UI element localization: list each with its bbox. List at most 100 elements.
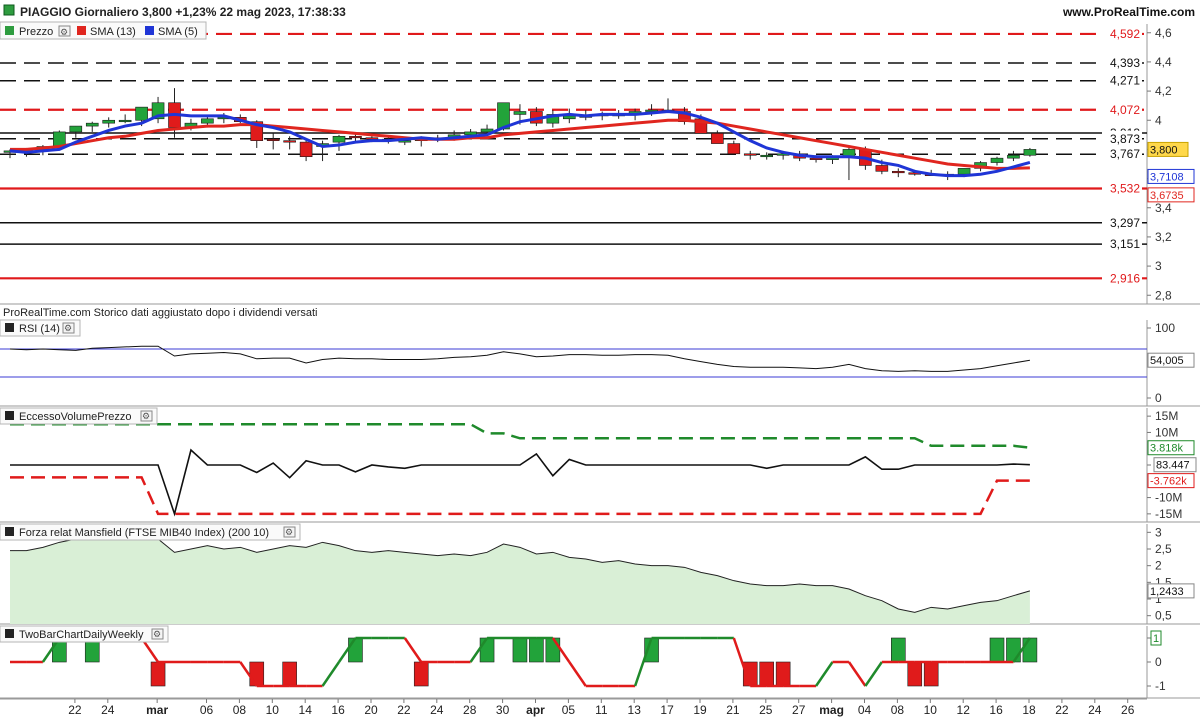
volume-ytick-label: 10M: [1155, 425, 1178, 439]
price-level-label: 3,297: [1110, 216, 1140, 230]
volume-ytick-label: -15M: [1155, 507, 1182, 521]
x-tick-label: 22: [68, 703, 82, 717]
x-tick-label: 16: [989, 703, 1003, 717]
candle-body: [875, 165, 889, 172]
candle-body: [809, 157, 823, 160]
x-tick-label: 22: [1055, 703, 1069, 717]
price-ytick-label: 2,8: [1155, 288, 1172, 302]
candle-body: [464, 131, 477, 136]
x-tick-label: 28: [463, 703, 477, 717]
chart-canvas: PIAGGIO Giornaliero 3,800 +1,23% 22 mag …: [0, 0, 1200, 720]
two-bar-title: TwoBarChartDailyWeekly ⚙: [0, 625, 169, 643]
volume-ytick-label: -10M: [1155, 491, 1182, 505]
price-ytick-label: 4,6: [1155, 26, 1172, 40]
sma5-last-badge: 3,7108: [1150, 171, 1184, 183]
x-tick-label: 08: [891, 703, 905, 717]
rsi-wrench-icon[interactable]: ⚙: [62, 322, 75, 334]
site-label[interactable]: www.ProRealTime.com: [1062, 5, 1195, 19]
svg-text:⚙: ⚙: [60, 27, 68, 37]
volume-wrench-icon[interactable]: ⚙: [140, 410, 153, 422]
legend-sma5: SMA (5): [158, 26, 198, 38]
price-level-label: 3,767: [1110, 147, 1140, 161]
x-tick-label: 10: [266, 703, 280, 717]
candle-body: [118, 119, 132, 123]
x-tick-label: 19: [693, 703, 707, 717]
svg-text:⚙: ⚙: [64, 323, 72, 333]
x-tick-label: 12: [957, 703, 971, 717]
volume-value-badge: 83.447: [1156, 460, 1190, 472]
x-tick-label: 18: [1022, 703, 1036, 717]
two-bar-column: [479, 637, 495, 663]
price-ytick-label: 4: [1155, 113, 1162, 127]
volume-excess-title: EccessoVolumePrezzo ⚙: [0, 407, 158, 425]
two-bar-title-text: TwoBarChartDailyWeekly: [19, 629, 144, 641]
price-level-label: 2,916: [1110, 271, 1140, 285]
mansfield-title-text: Forza relat Mansfield (FTSE MIB40 Index)…: [19, 527, 269, 539]
two-bar-wrench-icon[interactable]: ⚙: [151, 628, 164, 640]
svg-text:⚙: ⚙: [142, 411, 150, 421]
candle-body: [957, 168, 971, 175]
candle-body: [135, 106, 148, 121]
two-bar-column: [529, 637, 544, 663]
mansfield-ytick-label: 0,5: [1155, 609, 1172, 623]
sma13-last-badge: 3,6735: [1150, 190, 1184, 202]
legend-sma13: SMA (13): [90, 26, 136, 38]
rsi-ytick-label: 100: [1155, 321, 1175, 335]
price-ytick-label: 3: [1155, 259, 1162, 273]
instrument-icon: [3, 4, 15, 16]
candle-body: [562, 115, 576, 120]
candle-body: [69, 125, 83, 133]
candle-body: [299, 141, 313, 158]
candle-body: [711, 133, 724, 144]
x-tick-label: 08: [233, 703, 247, 717]
x-tick-label: 21: [726, 703, 740, 717]
x-tick-label: 30: [496, 703, 510, 717]
x-tick-label: 25: [759, 703, 773, 717]
candle-body: [201, 118, 214, 124]
x-tick-label: mag: [819, 703, 844, 717]
candle-body: [1023, 149, 1037, 156]
legend-prezzo: Prezzo: [19, 26, 53, 38]
candle-body: [743, 153, 757, 156]
price-legend: Prezzo ⚙ SMA (13) SMA (5): [0, 21, 207, 40]
x-tick-label: mar: [146, 703, 168, 717]
candle-body: [1007, 154, 1020, 159]
x-tick-label: 11: [595, 703, 608, 717]
two-bar-column: [282, 661, 297, 687]
x-tick-label: 22: [397, 703, 411, 717]
mansfield-wrench-icon[interactable]: ⚙: [283, 526, 296, 538]
two-bar-last-badge: 1: [1153, 633, 1159, 645]
x-tick-label: 10: [924, 703, 938, 717]
rsi-ytick-label: 0: [1155, 391, 1162, 405]
mansfield-ytick-label: 3: [1155, 525, 1162, 539]
svg-text:⚙: ⚙: [153, 629, 161, 639]
chart-window: PIAGGIO Giornaliero 3,800 +1,23% 22 mag …: [0, 0, 1200, 720]
price-level-label: 4,072: [1110, 103, 1140, 117]
candle-body: [365, 137, 379, 140]
two-bar-column: [1006, 637, 1021, 663]
x-tick-label: apr: [526, 703, 545, 717]
chart-title: PIAGGIO Giornaliero 3,800 +1,23% 22 mag …: [20, 5, 346, 19]
two-bar-column: [413, 661, 429, 687]
candle-body: [283, 140, 296, 143]
x-tick-label: 24: [101, 703, 115, 717]
x-tick-label: 24: [430, 703, 444, 717]
x-tick-label: 04: [858, 703, 872, 717]
rsi-title: RSI (14) ⚙: [0, 319, 81, 337]
x-tick-label: 20: [364, 703, 378, 717]
svg-text:⚙: ⚙: [285, 527, 293, 537]
x-tick-label: 05: [562, 703, 576, 717]
price-level-label: 4,393: [1110, 56, 1140, 70]
x-tick-label: 06: [200, 703, 214, 717]
two-bar-column: [150, 661, 166, 687]
candle-body: [513, 111, 527, 115]
x-tick-label: 26: [1121, 703, 1135, 717]
price-ytick-label: 3,4: [1155, 201, 1172, 215]
two-bar-column: [890, 637, 906, 663]
rsi-title-text: RSI (14): [19, 323, 60, 335]
x-tick-label: 13: [628, 703, 642, 717]
volume-upper-badge: 3.818k: [1150, 443, 1184, 455]
wrench-icon[interactable]: ⚙: [58, 25, 71, 37]
two-bar-column: [923, 661, 939, 687]
candle-body: [332, 135, 346, 143]
